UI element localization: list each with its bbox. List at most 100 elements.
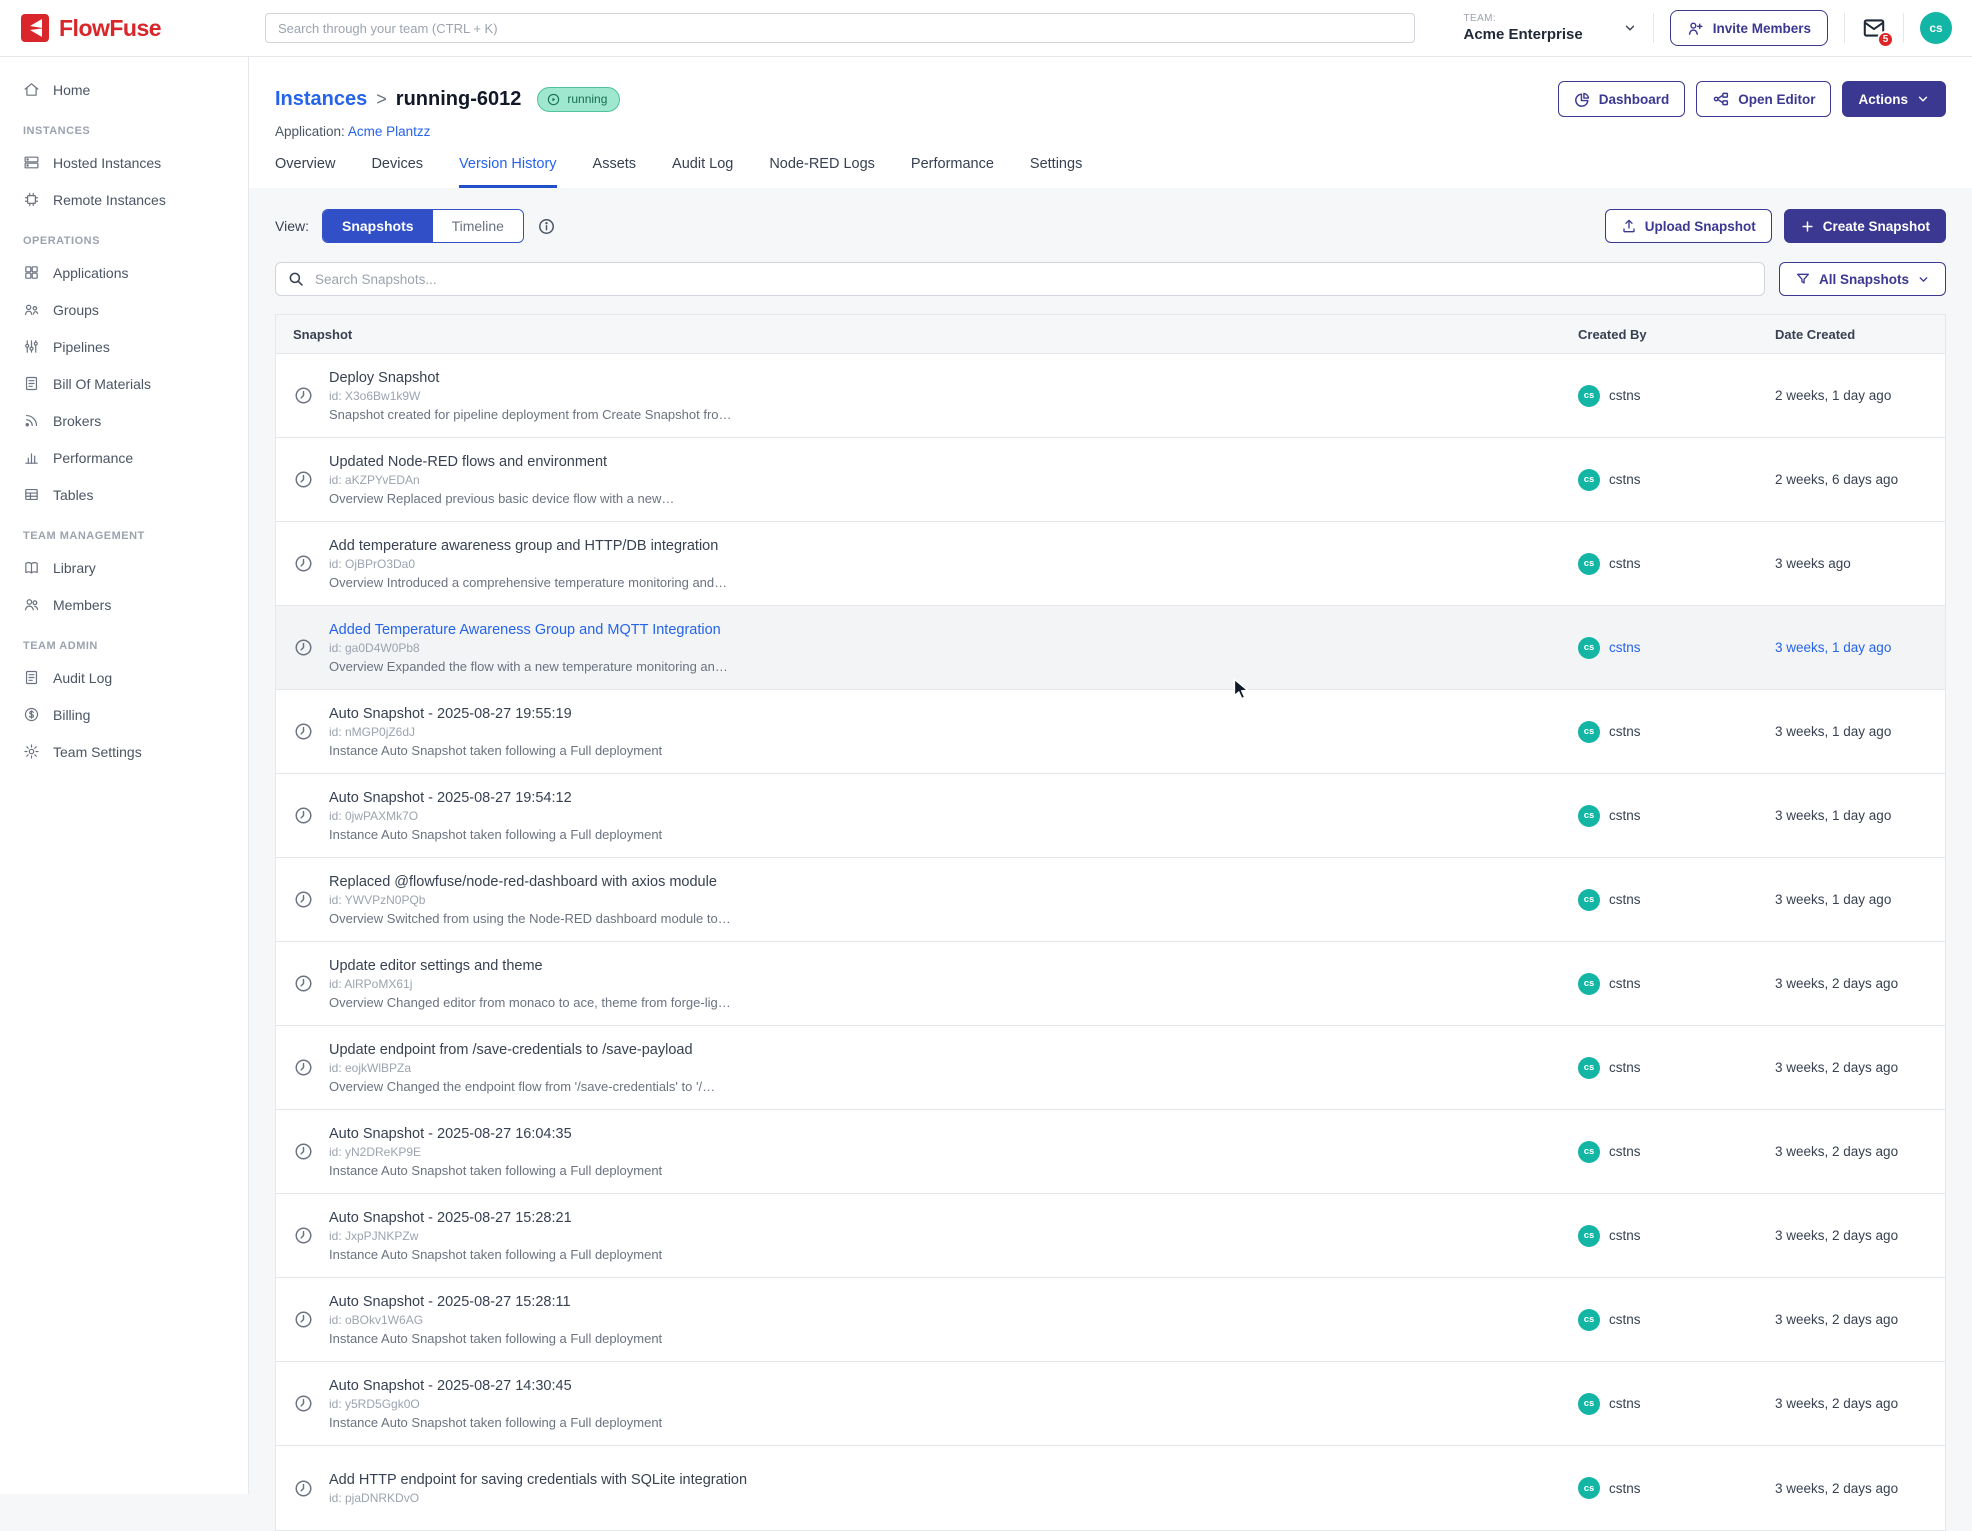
tab-version-history[interactable]: Version History bbox=[459, 156, 557, 188]
creator-avatar: cs bbox=[1578, 1141, 1600, 1163]
sidebar-item-brokers[interactable]: Brokers bbox=[0, 402, 248, 439]
snapshot-search-input[interactable] bbox=[275, 262, 1765, 296]
date-created: 3 weeks, 1 day ago bbox=[1775, 892, 1945, 907]
snapshot-id: id: yN2DReKP9E bbox=[329, 1145, 662, 1159]
snapshot-description: Overview Switched from using the Node-RE… bbox=[329, 911, 731, 926]
chevron-down-icon bbox=[1916, 92, 1930, 106]
sidebar-item-label: Groups bbox=[53, 302, 99, 318]
table-row[interactable]: Auto Snapshot - 2025-08-27 19:54:12id: 0… bbox=[276, 774, 1945, 858]
sidebar-item-hosted-instances[interactable]: Hosted Instances bbox=[0, 144, 248, 181]
snapshot-title: Replaced @flowfuse/node-red-dashboard wi… bbox=[329, 874, 731, 890]
table-row[interactable]: Updated Node-RED flows and environmentid… bbox=[276, 438, 1945, 522]
breadcrumb-instances-link[interactable]: Instances bbox=[275, 88, 367, 111]
tables-icon bbox=[23, 486, 40, 503]
tab-node-red-logs[interactable]: Node-RED Logs bbox=[769, 156, 875, 188]
date-created: 3 weeks, 2 days ago bbox=[1775, 1481, 1945, 1496]
sidebar-section-operations: OPERATIONS bbox=[23, 235, 248, 247]
table-row[interactable]: Auto Snapshot - 2025-08-27 15:28:21id: J… bbox=[276, 1194, 1945, 1278]
main-content: Instances > running-6012 running Dashboa… bbox=[249, 57, 1972, 1494]
actions-button[interactable]: Actions bbox=[1842, 81, 1946, 117]
table-row[interactable]: Add temperature awareness group and HTTP… bbox=[276, 522, 1945, 606]
view-toggle: Snapshots Timeline bbox=[322, 209, 524, 243]
sidebar-item-audit-log[interactable]: Audit Log bbox=[0, 659, 248, 696]
clock-icon bbox=[293, 1309, 314, 1330]
table-row[interactable]: Update editor settings and themeid: AlRP… bbox=[276, 942, 1945, 1026]
sidebar-item-groups[interactable]: Groups bbox=[0, 291, 248, 328]
notification-badge: 5 bbox=[1877, 31, 1894, 48]
creator-avatar: cs bbox=[1578, 889, 1600, 911]
dashboard-button[interactable]: Dashboard bbox=[1558, 81, 1686, 117]
table-row[interactable]: Auto Snapshot - 2025-08-27 16:04:35id: y… bbox=[276, 1110, 1945, 1194]
sidebar-item-remote-instances[interactable]: Remote Instances bbox=[0, 181, 248, 218]
sidebar-item-label: Applications bbox=[53, 265, 129, 281]
tab-bar: Overview Devices Version History Assets Audi… bbox=[275, 156, 1946, 188]
sidebar-item-performance[interactable]: Performance bbox=[0, 439, 248, 476]
table-row[interactable]: Auto Snapshot - 2025-08-27 15:28:11id: o… bbox=[276, 1278, 1945, 1362]
column-header-date-created: Date Created bbox=[1775, 327, 1945, 342]
user-avatar[interactable]: cs bbox=[1920, 12, 1952, 44]
sidebar-item-tables[interactable]: Tables bbox=[0, 476, 248, 513]
brokers-icon bbox=[23, 412, 40, 429]
snapshot-description: Overview Replaced previous basic device … bbox=[329, 491, 674, 506]
sidebar-item-team-settings[interactable]: Team Settings bbox=[0, 733, 248, 770]
toggle-snapshots[interactable]: Snapshots bbox=[323, 210, 433, 242]
info-icon[interactable] bbox=[537, 217, 556, 236]
date-created: 3 weeks, 2 days ago bbox=[1775, 976, 1945, 991]
table-row[interactable]: Auto Snapshot - 2025-08-27 19:55:19 id: n… bbox=[276, 690, 1945, 774]
table-row[interactable]: Added Temperature Awareness Group and MQ… bbox=[276, 606, 1945, 690]
sidebar-item-library[interactable]: Library bbox=[0, 549, 248, 586]
tab-settings[interactable]: Settings bbox=[1030, 156, 1082, 188]
sidebar-item-bill-of-materials[interactable]: Bill Of Materials bbox=[0, 365, 248, 402]
clock-icon bbox=[293, 973, 314, 994]
team-search-input[interactable] bbox=[265, 13, 1415, 43]
snapshot-id: id: nMGP0jZ6dJ bbox=[329, 725, 662, 739]
sidebar-item-billing[interactable]: Billing bbox=[0, 696, 248, 733]
invite-members-button[interactable]: Invite Members bbox=[1670, 10, 1828, 46]
sidebar-item-members[interactable]: Members bbox=[0, 586, 248, 623]
column-header-created-by: Created By bbox=[1578, 327, 1775, 342]
sidebar-item-home[interactable]: Home bbox=[0, 71, 248, 108]
creator-name: cstns bbox=[1609, 1228, 1641, 1243]
flowfuse-logo[interactable]: FlowFuse bbox=[20, 13, 265, 43]
sidebar-item-applications[interactable]: Applications bbox=[0, 254, 248, 291]
table-row[interactable]: Auto Snapshot - 2025-08-27 14:30:45id: y… bbox=[276, 1362, 1945, 1446]
tab-performance[interactable]: Performance bbox=[911, 156, 994, 188]
team-selector[interactable]: TEAM: Acme Enterprise bbox=[1463, 13, 1636, 43]
table-row[interactable]: Replaced @flowfuse/node-red-dashboard wi… bbox=[276, 858, 1945, 942]
snapshot-title: Auto Snapshot - 2025-08-27 19:55:19 bbox=[329, 706, 662, 722]
breadcrumb-separator: > bbox=[376, 89, 387, 110]
sidebar-item-pipelines[interactable]: Pipelines bbox=[0, 328, 248, 365]
snapshot-title: Update editor settings and theme bbox=[329, 958, 731, 974]
all-snapshots-dropdown[interactable]: All Snapshots bbox=[1779, 262, 1946, 296]
tab-overview[interactable]: Overview bbox=[275, 156, 335, 188]
snapshot-id: id: YWVPzN0PQb bbox=[329, 893, 731, 907]
application-label: Application: bbox=[275, 124, 345, 139]
snapshot-description: Instance Auto Snapshot taken following a… bbox=[329, 743, 662, 758]
snapshot-id: id: 0jwPAXMk7O bbox=[329, 809, 662, 823]
clock-icon bbox=[293, 1057, 314, 1078]
creator-avatar: cs bbox=[1578, 1057, 1600, 1079]
application-link[interactable]: Acme Plantzz bbox=[348, 124, 431, 139]
invite-members-label: Invite Members bbox=[1713, 21, 1811, 36]
sidebar-item-label: Pipelines bbox=[53, 339, 110, 355]
snapshot-description: Instance Auto Snapshot taken following a… bbox=[329, 827, 662, 842]
creator-avatar: cs bbox=[1578, 1477, 1600, 1499]
tab-audit-log[interactable]: Audit Log bbox=[672, 156, 733, 188]
members-icon bbox=[23, 596, 40, 613]
toggle-timeline[interactable]: Timeline bbox=[433, 210, 523, 242]
table-row[interactable]: Update endpoint from /save-credentials t… bbox=[276, 1026, 1945, 1110]
date-created: 3 weeks, 2 days ago bbox=[1775, 1060, 1945, 1075]
tab-devices[interactable]: Devices bbox=[371, 156, 423, 188]
date-created: 3 weeks ago bbox=[1775, 556, 1945, 571]
table-row[interactable]: Add HTTP endpoint for saving credentials… bbox=[276, 1446, 1945, 1530]
create-snapshot-button[interactable]: Create Snapshot bbox=[1784, 209, 1946, 243]
tab-assets[interactable]: Assets bbox=[593, 156, 637, 188]
upload-snapshot-button[interactable]: Upload Snapshot bbox=[1605, 209, 1772, 243]
table-row[interactable]: Deploy Snapshotid: X3o6Bw1k9WSnapshot cr… bbox=[276, 354, 1945, 438]
column-header-snapshot: Snapshot bbox=[276, 327, 1578, 342]
notifications-button[interactable]: 5 bbox=[1861, 15, 1887, 41]
team-name: Acme Enterprise bbox=[1463, 26, 1582, 43]
play-circle-icon bbox=[546, 92, 561, 107]
open-editor-button[interactable]: Open Editor bbox=[1696, 81, 1831, 117]
plus-icon bbox=[1800, 219, 1815, 234]
